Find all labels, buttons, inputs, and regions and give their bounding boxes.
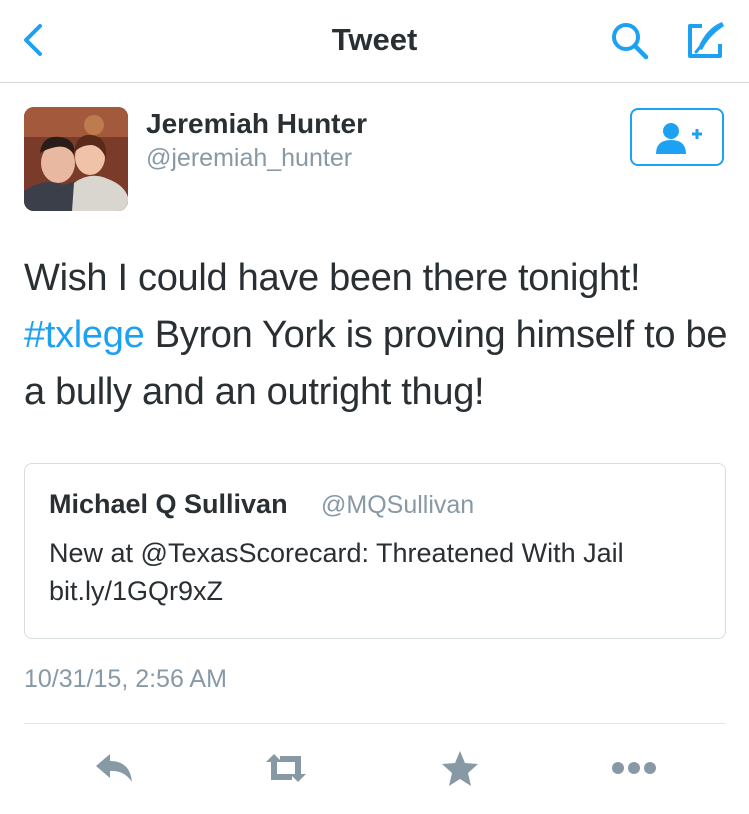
divider	[24, 723, 726, 724]
tweet-text-part: Wish I could have been there tonight!	[24, 257, 641, 299]
retweet-icon[interactable]	[262, 748, 310, 788]
quoted-tweet[interactable]: Michael Q Sullivan @MQSullivan New at @T…	[24, 463, 726, 639]
quoted-author-handle: @MQSullivan	[321, 491, 475, 519]
reply-icon[interactable]	[92, 748, 136, 788]
timestamp: 10/31/15, 2:56 AM	[24, 665, 227, 693]
hashtag-link[interactable]: #txlege	[24, 314, 145, 356]
avatar[interactable]	[24, 107, 128, 211]
quoted-tweet-text: New at @TexasScorecard: Threatened With …	[49, 538, 624, 606]
add-user-icon	[656, 123, 702, 154]
follow-button[interactable]	[630, 108, 724, 166]
search-icon[interactable]	[608, 20, 654, 62]
navigation-bar: Tweet	[0, 0, 749, 83]
quoted-author-name: Michael Q Sullivan	[49, 489, 288, 519]
author-handle[interactable]: @jeremiah_hunter	[146, 144, 352, 173]
avatar-photo	[24, 107, 128, 211]
more-icon[interactable]	[610, 748, 658, 788]
star-icon[interactable]	[440, 748, 480, 788]
compose-icon[interactable]	[682, 18, 730, 62]
author-name[interactable]: Jeremiah Hunter	[146, 108, 367, 140]
tweet-text: Wish I could have been there tonight! #t…	[24, 250, 734, 421]
